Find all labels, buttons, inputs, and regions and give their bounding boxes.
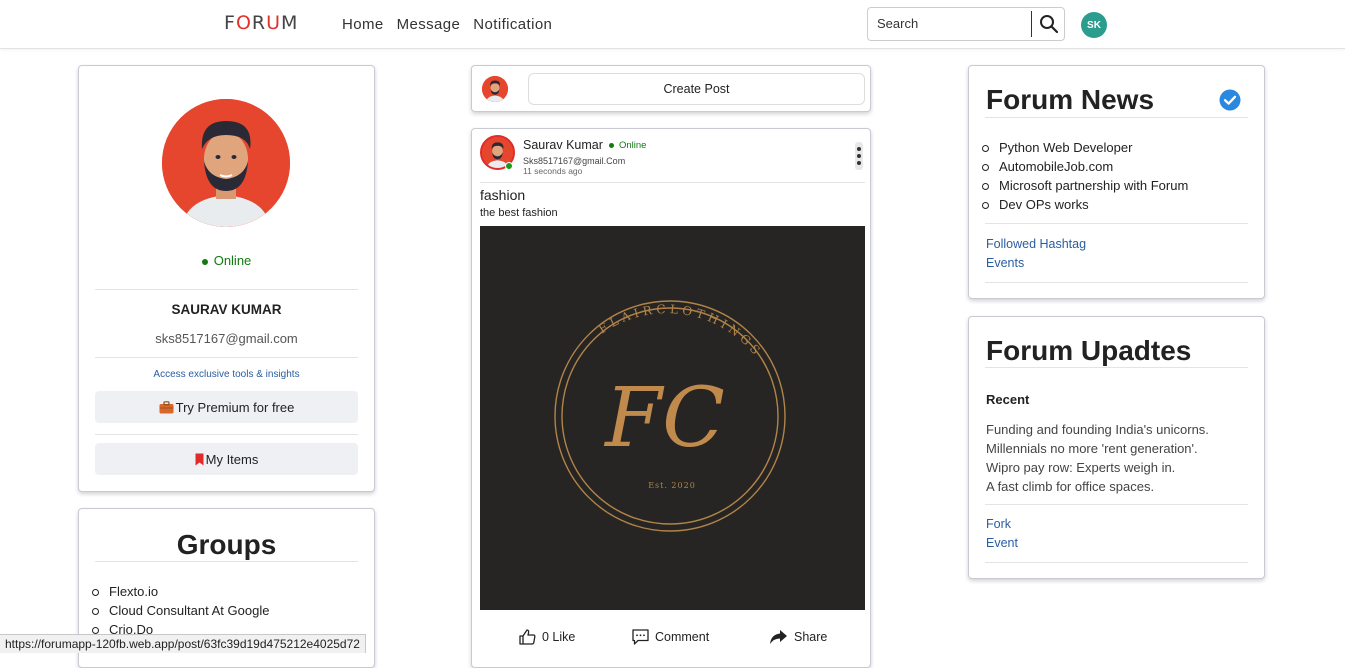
divider <box>985 282 1248 283</box>
update-item[interactable]: Wipro pay row: Experts weigh in. <box>986 458 1209 477</box>
comment-button[interactable]: Comment <box>632 629 709 645</box>
comment-icon <box>632 629 649 645</box>
more-options-icon[interactable] <box>855 142 863 170</box>
verified-check-icon <box>1219 89 1241 111</box>
group-item[interactable]: Flexto.io <box>87 582 269 601</box>
divider <box>95 357 358 358</box>
divider <box>985 117 1248 118</box>
search-box <box>867 7 1065 41</box>
create-post-button[interactable]: Create Post <box>528 73 865 105</box>
create-post-avatar <box>482 76 508 102</box>
group-item[interactable]: Cloud Consultant At Google <box>87 601 269 620</box>
post-author-status: Online <box>609 140 646 151</box>
try-premium-button[interactable]: Try Premium for free <box>95 391 358 423</box>
fork-link[interactable]: Fork <box>986 517 1011 531</box>
create-post-card: Create Post <box>471 65 871 112</box>
search-input[interactable] <box>877 16 1027 31</box>
profile-avatar-image <box>162 99 290 227</box>
post-author-name[interactable]: Saurav Kumar <box>523 138 603 152</box>
forum-logo[interactable]: FORUM <box>224 12 298 34</box>
access-text[interactable]: Access exclusive tools & insights <box>79 369 374 380</box>
monogram-text: FC <box>603 371 725 466</box>
forum-updates-card: Forum Upadtes Recent Funding and foundin… <box>968 316 1265 579</box>
profile-card: Online SAURAV KUMAR sks8517167@gmail.com… <box>78 65 375 492</box>
search-divider <box>1031 11 1032 37</box>
search-icon[interactable] <box>1039 14 1059 34</box>
thumbs-up-icon <box>519 629 536 645</box>
followed-hashtag-link[interactable]: Followed Hashtag <box>986 237 1086 251</box>
nav-notification[interactable]: Notification <box>473 16 552 33</box>
event-link[interactable]: Event <box>986 536 1018 550</box>
post-image[interactable]: FLAIRCLOTHINGS FC Est. 2020 <box>480 226 865 610</box>
status-bar-url: https://forumapp-120fb.web.app/post/63fc… <box>0 634 366 653</box>
like-button[interactable]: 0 Like <box>519 629 575 645</box>
user-avatar[interactable]: SK <box>1081 12 1107 38</box>
profile-status: Online <box>79 253 374 268</box>
divider <box>985 504 1248 505</box>
forum-news-title: Forum News <box>986 84 1155 115</box>
share-arrow-icon <box>770 630 787 644</box>
nav-home[interactable]: Home <box>342 16 384 33</box>
briefcase-icon <box>159 400 174 413</box>
bookmark-icon <box>195 453 204 465</box>
post-title: fashion <box>480 187 526 203</box>
divider <box>95 561 358 562</box>
est-text: Est. 2020 <box>648 481 696 490</box>
online-dot-icon <box>505 162 513 170</box>
divider <box>95 434 358 435</box>
nav-message[interactable]: Message <box>397 16 461 33</box>
navbar: FORUM Home Message Notification SK <box>0 0 1345 49</box>
divider <box>480 182 865 183</box>
post-timestamp: 11 seconds ago <box>523 166 583 176</box>
update-item[interactable]: Millennials no more 'rent generation'. <box>986 439 1209 458</box>
nav-links: Home Message Notification <box>342 16 552 33</box>
news-item[interactable]: AutomobileJob.com <box>977 157 1188 176</box>
forum-updates-title: Forum Upadtes <box>986 335 1192 366</box>
divider <box>985 562 1248 563</box>
updates-lines: Funding and founding India's unicorns. M… <box>986 420 1209 496</box>
news-list: Python Web Developer AutomobileJob.com M… <box>977 138 1188 214</box>
update-item[interactable]: Funding and founding India's unicorns. <box>986 420 1209 439</box>
post-author-email: Sks8517167@gmail.Com <box>523 156 626 166</box>
divider <box>95 289 358 290</box>
post-description: the best fashion <box>480 207 558 219</box>
online-dot-icon <box>609 142 614 148</box>
post-card: Saurav Kumar Online Sks8517167@gmail.Com… <box>471 128 871 668</box>
events-link[interactable]: Events <box>986 256 1024 270</box>
profile-name: SAURAV KUMAR <box>171 302 282 317</box>
news-item[interactable]: Dev OPs works <box>977 195 1188 214</box>
forum-news-card: Forum News Python Web Developer Automobi… <box>968 65 1265 299</box>
recent-label: Recent <box>986 392 1030 407</box>
online-dot-icon <box>201 258 208 265</box>
groups-title: Groups <box>176 529 277 560</box>
share-button[interactable]: Share <box>769 629 827 645</box>
update-item[interactable]: A fast climb for office spaces. <box>986 477 1209 496</box>
news-item[interactable]: Microsoft partnership with Forum <box>977 176 1188 195</box>
profile-email: sks8517167@gmail.com <box>155 331 298 346</box>
news-item[interactable]: Python Web Developer <box>977 138 1188 157</box>
divider <box>985 367 1248 368</box>
divider <box>985 223 1248 224</box>
groups-list: Flexto.io Cloud Consultant At Google Cri… <box>87 582 269 639</box>
my-items-button[interactable]: My Items <box>95 443 358 475</box>
